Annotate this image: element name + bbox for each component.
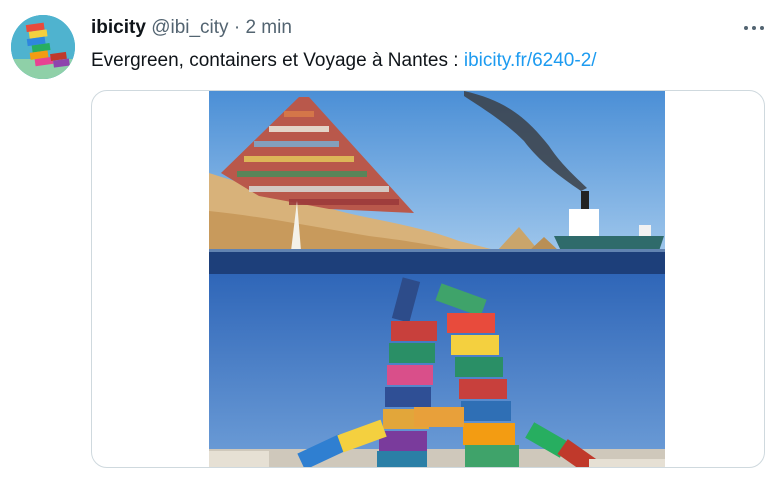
more-dots-icon[interactable] xyxy=(736,14,772,42)
media-card[interactable] xyxy=(91,90,765,468)
timestamp[interactable]: 2 min xyxy=(245,17,291,38)
avatar-image xyxy=(11,15,75,79)
tweet-header: ibicity @ibi_city · 2 min xyxy=(91,16,292,40)
tweet-body: Evergreen, containers et Voyage à Nantes… xyxy=(91,50,464,71)
tweet-card[interactable]: ibicity @ibi_city · 2 min Evergreen, con… xyxy=(0,0,778,480)
media-image xyxy=(209,91,665,467)
tweet-link[interactable]: ibicity.fr/6240-2/ xyxy=(464,50,597,71)
dot xyxy=(760,26,764,30)
tweet-text: Evergreen, containers et Voyage à Nantes… xyxy=(91,49,597,73)
dot xyxy=(752,26,756,30)
display-name[interactable]: ibicity xyxy=(91,17,146,38)
avatar[interactable] xyxy=(11,15,75,79)
separator-dot: · xyxy=(233,17,241,38)
user-handle[interactable]: @ibi_city xyxy=(151,17,228,38)
dot xyxy=(744,26,748,30)
